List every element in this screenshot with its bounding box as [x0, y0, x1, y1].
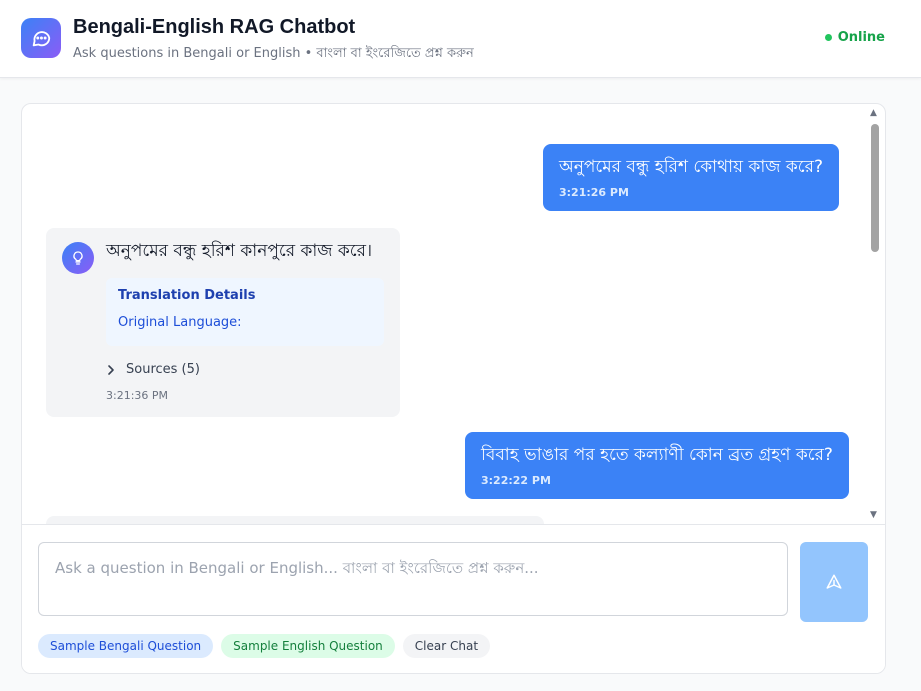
clear-chat-button[interactable]: Clear Chat: [402, 634, 491, 658]
app-subtitle: Ask questions in Bengali or English • বা…: [73, 46, 474, 61]
app-header: Bengali-English RAG Chatbot Ask question…: [0, 0, 921, 78]
send-icon: [826, 574, 842, 589]
translation-details: Translation Details Original Language:: [106, 278, 384, 346]
chevron-right-icon: [108, 364, 114, 375]
bot-message-text: অনুপমের বন্ধু হরিশ কানপুরে কাজ করে।: [106, 241, 373, 261]
chat-bubble-icon: [21, 18, 61, 58]
message-timestamp: 3:21:26 PM: [559, 186, 629, 199]
status-indicator: Online: [824, 30, 885, 45]
original-language-label: Original Language:: [118, 315, 242, 330]
bot-message-partial: [46, 516, 544, 524]
online-dot-icon: [824, 34, 832, 41]
scrollbar-thumb[interactable]: [871, 124, 879, 252]
question-input[interactable]: [38, 542, 788, 616]
message-list[interactable]: অনুপমের বন্ধু হরিশ কোথায় কাজ করে? 3:21:…: [22, 104, 870, 524]
send-button[interactable]: [800, 542, 868, 622]
user-message-text: বিবাহ ভাঙার পর হতে কল্যাণী কোন ব্রত গ্রহ…: [481, 445, 833, 465]
lightbulb-icon: [62, 242, 94, 274]
message-timestamp: 3:22:22 PM: [481, 474, 551, 487]
input-area: Sample Bengali Question Sample English Q…: [22, 524, 885, 673]
translation-details-title: Translation Details: [118, 288, 256, 303]
chat-panel: অনুপমের বন্ধু হরিশ কোথায় কাজ করে? 3:21:…: [21, 103, 886, 674]
scroll-up-icon[interactable]: ▲: [870, 109, 877, 118]
app-title: Bengali-English RAG Chatbot: [73, 16, 356, 38]
user-message-text: অনুপমের বন্ধু হরিশ কোথায় কাজ করে?: [559, 157, 823, 177]
bot-message: অনুপমের বন্ধু হরিশ কানপুরে কাজ করে। Tran…: [46, 228, 400, 417]
user-message: বিবাহ ভাঙার পর হতে কল্যাণী কোন ব্রত গ্রহ…: [465, 432, 849, 499]
sources-label: Sources (5): [126, 362, 200, 377]
user-message: অনুপমের বন্ধু হরিশ কোথায় কাজ করে? 3:21:…: [543, 144, 839, 211]
scroll-down-icon[interactable]: ▼: [870, 511, 877, 520]
sample-bengali-question-button[interactable]: Sample Bengali Question: [38, 634, 214, 658]
sample-english-question-button[interactable]: Sample English Question: [221, 634, 395, 658]
message-timestamp: 3:21:36 PM: [106, 389, 169, 402]
sources-toggle[interactable]: Sources (5): [106, 362, 200, 377]
message-scrollbar[interactable]: ▲ ▼: [869, 108, 881, 520]
quick-actions: Sample Bengali Question Sample English Q…: [38, 634, 491, 658]
status-text: Online: [837, 30, 885, 45]
